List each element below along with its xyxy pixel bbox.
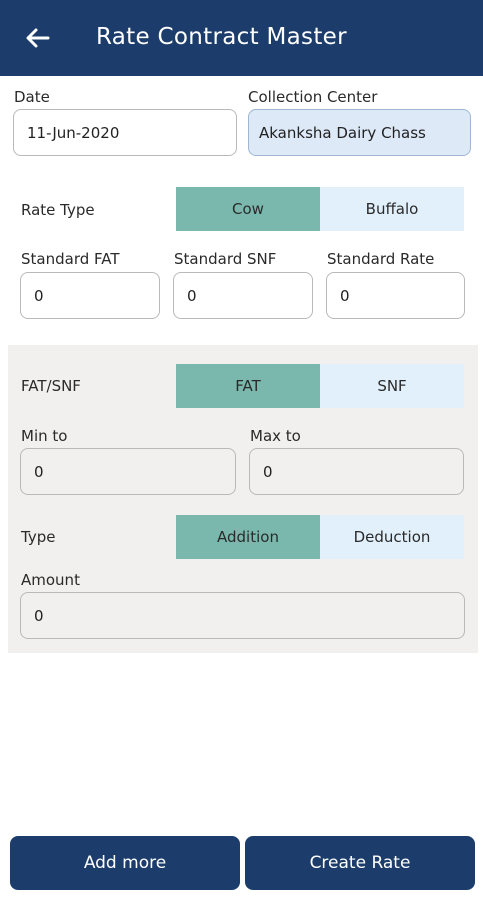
page-title: Rate Contract Master: [96, 24, 347, 50]
type-label: Type: [21, 528, 56, 546]
standard-fat-input[interactable]: 0: [20, 272, 160, 319]
deduction-option[interactable]: Deduction: [320, 515, 464, 559]
snf-option[interactable]: SNF: [320, 364, 464, 408]
collection-center-field[interactable]: Akanksha Dairy Chass: [248, 109, 471, 156]
rate-type-buffalo-option[interactable]: Buffalo: [320, 187, 464, 231]
addition-option[interactable]: Addition: [176, 515, 320, 559]
date-label: Date: [14, 88, 50, 106]
standard-snf-input[interactable]: 0: [173, 272, 313, 319]
arrow-left-icon[interactable]: [22, 22, 54, 54]
standard-snf-label: Standard SNF: [174, 250, 277, 268]
standard-fat-label: Standard FAT: [21, 250, 120, 268]
rate-type-toggle: Cow Buffalo: [176, 187, 464, 231]
fat-option[interactable]: FAT: [176, 364, 320, 408]
max-to-label: Max to: [250, 427, 301, 445]
add-more-button[interactable]: Add more: [10, 836, 240, 890]
amount-label: Amount: [21, 571, 80, 589]
standard-rate-label: Standard Rate: [327, 250, 435, 268]
rate-type-label: Rate Type: [21, 201, 95, 219]
min-to-label: Min to: [21, 427, 68, 445]
fat-snf-toggle: FAT SNF: [176, 364, 464, 408]
min-to-input[interactable]: 0: [20, 448, 236, 495]
standard-rate-input[interactable]: 0: [326, 272, 465, 319]
type-toggle: Addition Deduction: [176, 515, 464, 559]
create-rate-button[interactable]: Create Rate: [245, 836, 475, 890]
fat-snf-label: FAT/SNF: [21, 377, 81, 395]
app-bar: Rate Contract Master: [0, 0, 483, 76]
amount-input[interactable]: 0: [20, 592, 465, 639]
rate-type-cow-option[interactable]: Cow: [176, 187, 320, 231]
max-to-input[interactable]: 0: [249, 448, 464, 495]
collection-center-label: Collection Center: [248, 88, 378, 106]
date-field[interactable]: 11-Jun-2020: [13, 109, 237, 156]
